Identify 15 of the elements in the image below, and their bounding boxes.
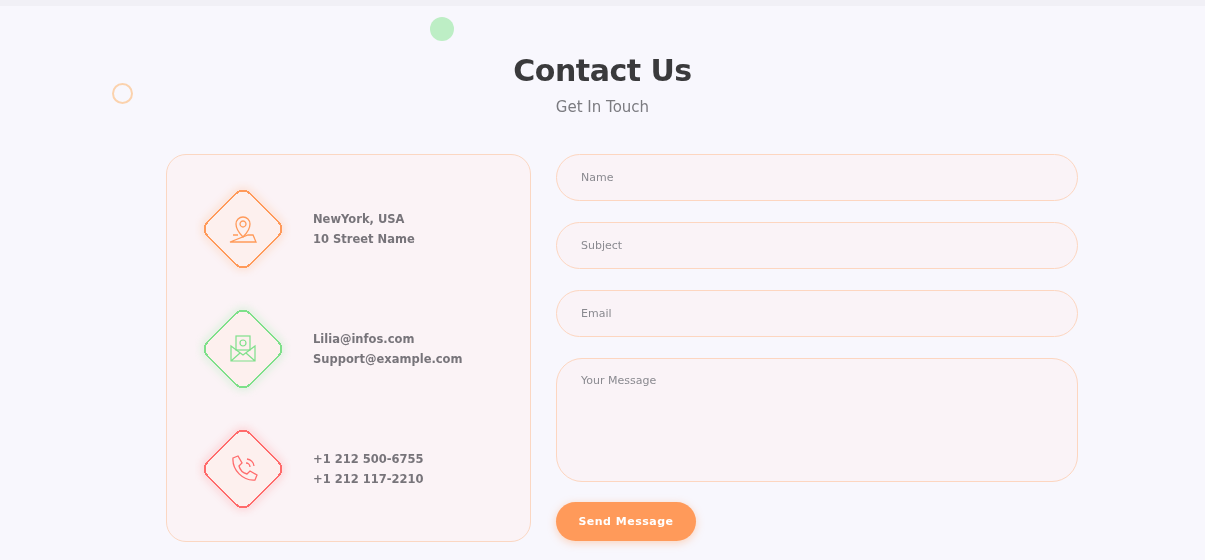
page-title: Contact Us bbox=[513, 53, 692, 88]
message-field[interactable]: Your Message bbox=[556, 358, 1078, 482]
contact-text: +1 212 117-2210 bbox=[313, 472, 424, 486]
decorative-ring bbox=[112, 83, 133, 104]
contact-text: Lilia@infos.com bbox=[313, 332, 416, 346]
text-field[interactable]: Email bbox=[556, 290, 1078, 337]
contact-text: Support@example.com bbox=[313, 352, 463, 366]
send-button[interactable]: Send Message bbox=[556, 502, 696, 541]
contact-text: NewYork, USA bbox=[313, 212, 406, 226]
page-subtitle: Get In Touch bbox=[555, 98, 650, 116]
text-field[interactable]: Subject bbox=[556, 222, 1078, 269]
contact-text: 10 Street Name bbox=[313, 232, 415, 246]
contact-text: +1 212 500-6755 bbox=[313, 452, 424, 466]
text-field[interactable]: Name bbox=[556, 154, 1078, 201]
decorative-dot bbox=[430, 17, 454, 41]
